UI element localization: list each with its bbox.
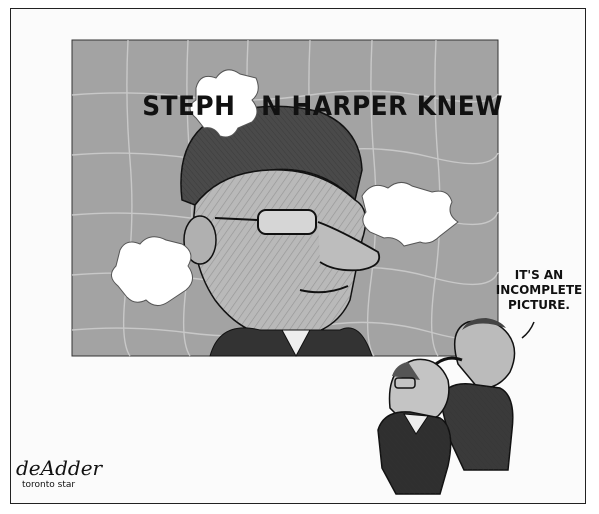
puzzle-title: STEPH N HARPER KNEW <box>124 60 502 122</box>
puzzle-title-right: N HARPER KNEW <box>261 91 504 122</box>
speech-line-1: IT'S AN <box>514 268 564 282</box>
speech-line-2: INCOMPLETE <box>495 283 583 297</box>
newspaper-credit: toronto star <box>22 480 76 490</box>
artist-signature: deAdder <box>16 456 103 480</box>
speech-bubble: IT'S AN INCOMPLETE PICTURE. <box>494 268 584 313</box>
speech-line-3: PICTURE. <box>508 298 570 312</box>
puzzle-title-left: STEPH <box>142 91 236 122</box>
speech-pointer <box>521 321 535 339</box>
